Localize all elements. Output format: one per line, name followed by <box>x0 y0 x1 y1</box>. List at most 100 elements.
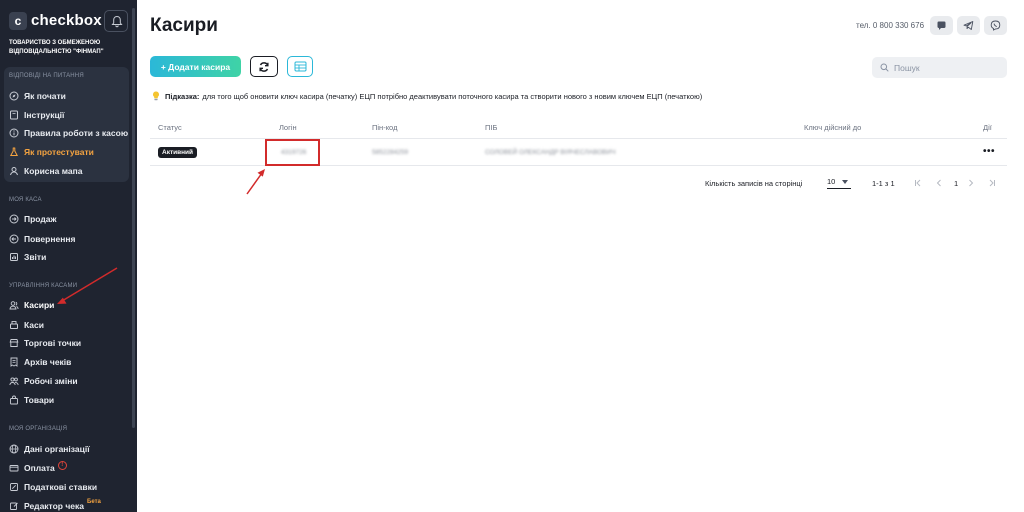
column-header-name[interactable]: ПІБ <box>485 123 497 132</box>
cell-pin: 5852284259 <box>372 149 409 156</box>
sidebar-item-receipt-editor[interactable]: Редактор чека Бета <box>9 498 101 512</box>
sidebar-item-label: Корисна мапа <box>24 166 83 176</box>
sidebar-item-cashiers[interactable]: Касири <box>9 297 54 313</box>
sidebar-item-label: Як почати <box>24 91 66 101</box>
sidebar-item-sale[interactable]: Продаж <box>9 211 57 227</box>
sidebar-item-shifts[interactable]: Робочі зміни <box>9 373 78 389</box>
column-header-status[interactable]: Статус <box>158 123 182 132</box>
receipt-icon <box>9 357 19 367</box>
hint-text: для того щоб оновити ключ касира (печатк… <box>202 91 703 101</box>
sidebar-item-label: Продаж <box>24 214 57 224</box>
export-excel-button[interactable] <box>287 56 313 77</box>
people-icon <box>9 376 19 386</box>
bag-icon <box>9 395 19 405</box>
sidebar-item-return[interactable]: Повернення <box>9 231 75 247</box>
chevron-right-icon <box>969 179 974 187</box>
telegram-icon <box>963 21 974 30</box>
sidebar-item-label: Торгові точки <box>24 338 82 348</box>
sidebar-item-org-data[interactable]: Дані організації <box>9 441 90 457</box>
sidebar-item-label: Повернення <box>24 234 76 244</box>
sidebar-scrollbar[interactable] <box>132 8 135 428</box>
sidebar-item-label: Архів чеків <box>24 357 72 367</box>
per-page-select[interactable]: 10 <box>827 177 851 189</box>
page-range: 1-1 з 1 <box>872 179 895 188</box>
sidebar-item-rules[interactable]: Правила роботи з касою <box>9 125 128 141</box>
register-icon <box>9 320 19 330</box>
info-icon <box>9 128 19 138</box>
sidebar-item-label: Робочі зміни <box>24 376 78 386</box>
bell-icon <box>111 15 123 28</box>
section-title-my-kasa: МОЯ КАСА <box>9 197 42 203</box>
login-highlight-annotation <box>265 139 320 166</box>
prev-page-button[interactable] <box>933 178 945 188</box>
edit-icon <box>9 501 19 511</box>
users-icon <box>9 300 19 310</box>
sidebar-item-registers[interactable]: Каси <box>9 317 44 333</box>
sidebar-item-label: Редактор чека <box>24 501 85 511</box>
sidebar-item-label: Правила роботи з касою <box>24 128 129 138</box>
status-badge: Активний <box>158 147 198 158</box>
sidebar-item-receipt-archive[interactable]: Архів чеків <box>9 354 71 370</box>
sidebar-item-payment[interactable]: Оплата ! <box>9 460 67 476</box>
notifications-button[interactable] <box>104 10 128 32</box>
tax-icon <box>9 482 19 492</box>
column-header-key-valid[interactable]: Ключ дійсний до <box>804 123 861 132</box>
sidebar-item-label: Касири <box>24 300 55 310</box>
arrow-to-login-annotation <box>246 169 265 195</box>
refresh-button[interactable] <box>250 56 278 77</box>
sidebar-item-stores[interactable]: Торгові точки <box>9 335 81 351</box>
hint-label: Підказка: <box>165 91 200 101</box>
arrow-right-circle-icon <box>9 214 19 224</box>
viber-button[interactable] <box>984 16 1007 35</box>
column-header-pin[interactable]: Пін-код <box>372 123 397 132</box>
spreadsheet-icon <box>294 61 306 72</box>
sidebar-item-instructions[interactable]: Інструкції <box>9 107 64 123</box>
globe-icon <box>9 444 19 454</box>
first-page-button[interactable] <box>912 178 924 188</box>
current-page[interactable]: 1 <box>954 179 958 188</box>
sidebar-item-reports[interactable]: Звіти <box>9 249 46 265</box>
sidebar-item-label: Інструкції <box>24 110 65 120</box>
search-box[interactable] <box>872 57 1007 78</box>
store-icon <box>9 338 19 348</box>
card-icon <box>9 463 19 473</box>
support-phone[interactable]: тел. 0 800 330 676 <box>856 21 924 30</box>
section-title-manage: УПРАВЛІННЯ КАСАМИ <box>9 283 78 289</box>
sidebar-item-goods[interactable]: Товари <box>9 392 54 408</box>
sidebar-item-label: Звіти <box>24 252 47 262</box>
column-header-actions: Дії <box>983 123 992 132</box>
cell-name: СОЛОВЕЙ ОЛЕКСАНДР ВІЯЧЕСЛАВОВИЧ <box>485 149 616 156</box>
beta-badge: Бета <box>87 499 101 505</box>
chat-button[interactable] <box>930 16 953 35</box>
flask-icon <box>9 147 19 157</box>
compass-icon <box>9 91 19 101</box>
viber-icon <box>990 20 1001 31</box>
sidebar-item-label: Як протестувати <box>24 147 94 157</box>
per-page-label: Кількість записів на сторінці <box>705 179 803 188</box>
caret-down-icon <box>842 180 848 184</box>
first-page-icon <box>915 179 921 187</box>
sidebar-item-label: Товари <box>24 395 55 405</box>
add-cashier-button[interactable]: + Додати касира <box>150 56 241 77</box>
column-header-login[interactable]: Логін <box>279 123 297 132</box>
sidebar-item-useful-map[interactable]: Корисна мапа <box>9 163 83 179</box>
sidebar-item-how-to-test[interactable]: Як протестувати <box>9 144 94 160</box>
last-page-icon <box>989 179 995 187</box>
last-page-button[interactable] <box>986 178 998 188</box>
row-actions-button[interactable]: ••• <box>983 146 995 157</box>
chevron-left-icon <box>936 179 941 187</box>
hint-banner: Підказка: для того щоб оновити ключ каси… <box>152 91 702 101</box>
logo-badge: c <box>9 12 27 30</box>
report-icon <box>9 252 19 262</box>
sidebar-item-label: Податкові ставки <box>24 482 98 492</box>
per-page-value: 10 <box>827 177 836 186</box>
telegram-button[interactable] <box>957 16 980 35</box>
chat-icon <box>937 21 946 30</box>
section-title-org: МОЯ ОРГАНІЗАЦІЯ <box>9 426 68 432</box>
refresh-icon <box>259 61 269 72</box>
sidebar-item-how-to-start[interactable]: Як почати <box>9 88 66 104</box>
sidebar-item-label: Оплата <box>24 463 55 473</box>
search-input[interactable] <box>894 62 1004 73</box>
next-page-button[interactable] <box>965 178 977 188</box>
sidebar-item-tax-rates[interactable]: Податкові ставки <box>9 479 97 495</box>
